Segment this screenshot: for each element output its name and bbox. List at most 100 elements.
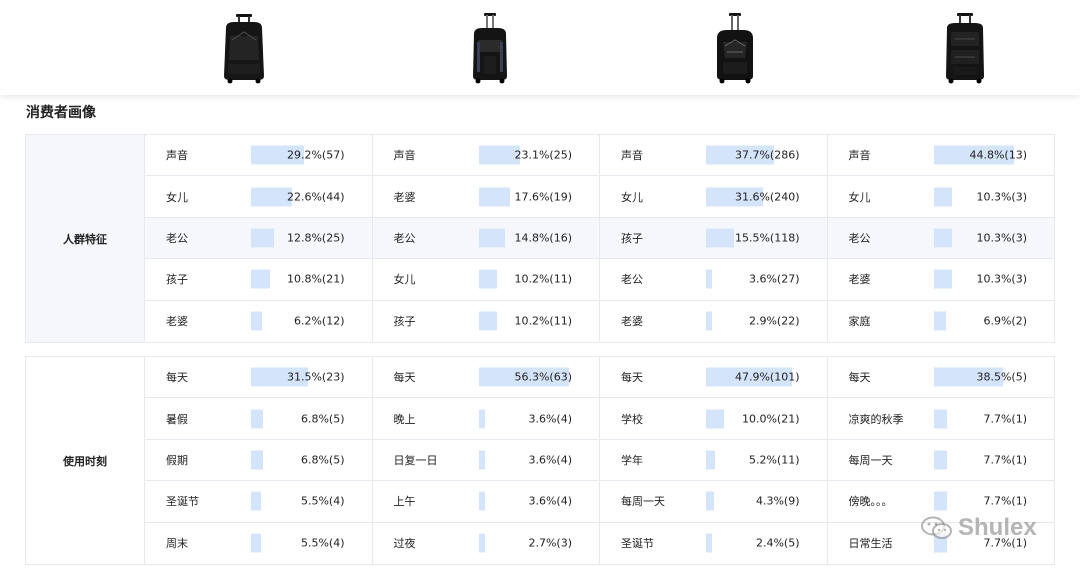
rolling-backpack-icon [224, 14, 264, 84]
group-body: 每天 31.5%(23) 每天 56.3%(63) 每天 47.9%(101) 每天 3… [145, 357, 1055, 565]
term-label: 孩子 [621, 232, 643, 246]
term-label: 老婆 [393, 190, 416, 204]
group-body: 声音 29.2%(57) 声音 23.1%(25) 声音 37.7%(286) 声音 4… [145, 135, 1055, 343]
percent-bar [933, 269, 953, 289]
product-image-1[interactable] [214, 12, 274, 84]
percent-value: 6.2%(12) [293, 314, 345, 328]
stat-cell: 晚上 3.6%(4) [373, 398, 600, 439]
percent-value: 3.6%(4) [528, 412, 572, 426]
term-label: 圣诞节 [166, 495, 199, 509]
product-image-3[interactable] [705, 12, 765, 84]
stat-cell: 老公 14.8%(16) [373, 217, 600, 259]
percent-value: 7.7%(1) [983, 494, 1027, 508]
term-label: 老公 [166, 232, 188, 246]
rolling-backpack-icon [473, 13, 507, 84]
percent-value: 7.7%(1) [983, 412, 1027, 426]
percent-bar [706, 533, 712, 553]
term-label: 声音 [166, 149, 188, 163]
term-label: 晚上 [393, 412, 416, 426]
percent-value: 10.0%(21) [741, 412, 800, 426]
percent-bar [251, 533, 261, 553]
term-label: 老公 [848, 232, 871, 246]
stat-cell: 女儿 22.6%(44) [145, 176, 373, 217]
rolling-backpack-icon [946, 13, 984, 84]
term-label: 傍晚。。。 [848, 495, 893, 509]
percent-bar [251, 311, 263, 331]
table-row: 每天 31.5%(23) 每天 56.3%(63) 每天 47.9%(101) 每天 3… [145, 357, 1054, 399]
percent-value: 31.5%(23) [286, 370, 345, 384]
stat-cell: 孩子 10.8%(21) [145, 259, 373, 300]
term-label: 老公 [621, 273, 643, 287]
percent-value: 10.3%(3) [976, 231, 1027, 245]
term-label: 过夜 [393, 537, 416, 551]
stat-cell: 每周一天 7.7%(1) [828, 440, 1055, 480]
term-label: 孩子 [393, 315, 416, 329]
section-title: 消费者画像 [26, 105, 96, 121]
percent-value: 10.8%(21) [286, 272, 345, 286]
percent-value: 29.2%(57) [286, 148, 345, 162]
term-label: 每天 [848, 371, 871, 385]
percent-bar [706, 491, 714, 511]
product-image-4[interactable] [935, 12, 995, 84]
stat-cell: 每天 56.3%(63) [373, 357, 600, 398]
term-label: 孩子 [166, 273, 188, 287]
percent-bar [706, 269, 713, 289]
stat-cell: 声音 23.1%(25) [373, 135, 600, 176]
stat-cell: 上午 3.6%(4) [373, 481, 600, 522]
term-label: 老婆 [848, 273, 871, 287]
percent-value: 2.9%(22) [748, 314, 800, 328]
product-image-2[interactable] [460, 12, 520, 84]
percent-value: 10.3%(3) [976, 190, 1027, 204]
term-label: 声音 [393, 149, 416, 163]
percent-value: 6.9%(2) [983, 314, 1027, 328]
product-image-bar [0, 0, 1080, 95]
term-label: 每天 [166, 371, 188, 385]
stat-cell: 声音 29.2%(57) [145, 135, 373, 176]
percent-value: 47.9%(101) [734, 370, 800, 384]
percent-value: 10.3%(3) [976, 272, 1027, 286]
percent-value: 31.6%(240) [734, 190, 800, 204]
term-label: 女儿 [621, 190, 643, 204]
stat-cell: 老婆 2.9%(22) [600, 300, 828, 343]
percent-value: 14.8%(16) [514, 231, 572, 245]
percent-value: 3.6%(4) [528, 453, 572, 467]
term-label: 老婆 [621, 315, 643, 329]
term-label: 上午 [393, 495, 416, 509]
stat-cell: 孩子 15.5%(118) [600, 217, 828, 259]
percent-bar [706, 409, 724, 429]
table-row: 老公 12.8%(25) 老公 14.8%(16) 孩子 15.5%(118) 老公 1… [145, 217, 1055, 260]
stat-cell: 老婆 17.6%(19) [373, 176, 600, 217]
percent-value: 6.8%(5) [300, 412, 345, 426]
term-label: 圣诞节 [621, 537, 654, 551]
group-label: 人群特征 [26, 135, 145, 342]
term-label: 声音 [848, 149, 871, 163]
stat-cell: 每天 31.5%(23) [145, 357, 373, 398]
stat-cell: 老婆 10.3%(3) [828, 259, 1055, 299]
percent-value: 3.6%(4) [528, 494, 572, 508]
term-label: 老公 [393, 232, 416, 246]
percent-value: 15.5%(118) [734, 231, 800, 245]
term-label: 暑假 [166, 412, 188, 426]
table-row: 圣诞节 5.5%(4) 上午 3.6%(4) 每周一天 4.3%(9) 傍晚。。。 7.… [145, 481, 1054, 523]
stat-cell: 老公 10.3%(3) [828, 218, 1055, 258]
term-label: 学校 [621, 412, 643, 426]
percent-bar [706, 311, 712, 331]
percent-value: 17.6%(19) [514, 190, 572, 204]
percent-bar [478, 269, 497, 289]
percent-bar [478, 491, 485, 511]
percent-bar [478, 311, 497, 331]
stat-cell: 周末 5.5%(4) [145, 522, 373, 565]
percent-value: 2.7%(3) [528, 536, 572, 550]
rolling-backpack-icon [717, 13, 753, 84]
percent-value: 23.1%(25) [514, 148, 572, 162]
term-label: 日常生活 [848, 537, 893, 551]
percent-bar [478, 409, 485, 429]
percent-bar [478, 450, 485, 470]
term-label: 声音 [621, 149, 643, 163]
term-label: 每周一天 [621, 495, 665, 509]
term-label: 女儿 [393, 273, 416, 287]
stat-cell: 老公 12.8%(25) [145, 217, 373, 259]
percent-bar [933, 311, 946, 331]
stat-cell: 女儿 10.3%(3) [828, 176, 1055, 216]
percent-value: 2.4%(5) [755, 536, 800, 550]
